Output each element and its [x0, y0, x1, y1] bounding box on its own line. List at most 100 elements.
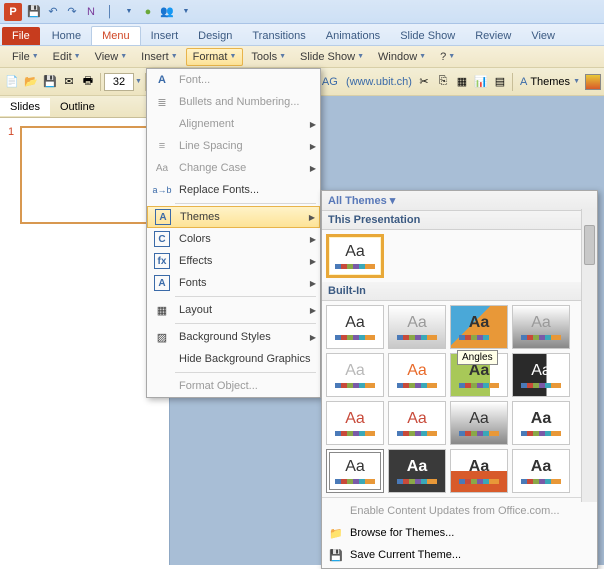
theme-thumb-15[interactable]: Aa	[512, 449, 570, 493]
menu-view[interactable]: View▼	[89, 49, 134, 65]
menuitem-label: Fonts	[179, 277, 207, 289]
menuitem-change-case: AaChange Case▶	[147, 157, 320, 179]
qat-dropdown-icon[interactable]: ▼	[121, 4, 137, 20]
tab-design[interactable]: Design	[188, 27, 242, 45]
tab-review[interactable]: Review	[465, 27, 521, 45]
theme-thumb-11[interactable]: Aa	[512, 401, 570, 445]
theme-thumb-12[interactable]: Aa	[326, 449, 384, 493]
tab-file[interactable]: File	[2, 27, 40, 45]
menu-format[interactable]: Format▼	[186, 48, 244, 66]
menuitem-effects[interactable]: fxEffects▶	[147, 250, 320, 272]
submenu-arrow-icon: ▶	[310, 164, 316, 173]
color-swatch-icon[interactable]	[585, 74, 601, 90]
save-icon2[interactable]: 💾	[41, 72, 59, 92]
flyout-scrollbar[interactable]	[581, 209, 597, 502]
tab-transitions[interactable]: Transitions	[242, 27, 315, 45]
mail-icon[interactable]: ✉	[60, 72, 78, 92]
cut-icon[interactable]: ✂	[415, 72, 433, 92]
fx-icon: fx	[151, 252, 173, 270]
print-icon[interactable]: 🖶	[79, 72, 97, 92]
menuitem-background-styles[interactable]: ▨Background Styles▶	[147, 326, 320, 348]
flyout-item-label: Enable Content Updates from Office.com..…	[350, 505, 560, 517]
menu-tools[interactable]: Tools▼	[245, 49, 292, 65]
tab-view[interactable]: View	[521, 27, 565, 45]
open-icon[interactable]: 📂	[22, 72, 40, 92]
redo-icon[interactable]: ↷	[64, 4, 80, 20]
menuitem-colors[interactable]: CColors▶	[147, 228, 320, 250]
flyout-all-themes[interactable]: All Themes ▾	[322, 191, 597, 211]
theme-current[interactable]: Aa	[326, 234, 384, 278]
menu-file[interactable]: File▼	[6, 49, 45, 65]
undo-icon[interactable]: ↶	[45, 4, 61, 20]
theme-thumb-4[interactable]: Aa	[326, 353, 384, 397]
menuitem-themes[interactable]: AThemes▶	[147, 206, 320, 228]
theme-thumb-5[interactable]: Aa	[388, 353, 446, 397]
theme-colorbar	[335, 264, 375, 269]
theme-thumb-3[interactable]: Aa	[512, 305, 570, 349]
flyout-grid: AaAaAaAnglesAaAaAaAaAaAaAaAaAaAaAaAaAa	[322, 301, 597, 497]
themes-icon: A	[520, 76, 527, 88]
lines-icon: ≡	[151, 137, 173, 155]
tab-animations[interactable]: Animations	[316, 27, 390, 45]
theme-thumb-9[interactable]: Aa	[388, 401, 446, 445]
onenote-icon[interactable]: N	[83, 4, 99, 20]
menu-[interactable]: ?▼	[434, 49, 461, 65]
people-icon[interactable]: 👥	[159, 4, 175, 20]
quick-access-toolbar: 💾 ↶ ↷ N │ ▼ ● 👥 ▼	[26, 4, 194, 20]
menuitem-label: Format Object...	[179, 380, 258, 392]
save-icon[interactable]: 💾	[26, 4, 42, 20]
qat-dropdown2-icon[interactable]: ▼	[178, 4, 194, 20]
tab-outline[interactable]: Outline	[50, 98, 105, 116]
scrollbar-thumb[interactable]	[584, 225, 595, 265]
theme-thumb-14[interactable]: Aa	[450, 449, 508, 493]
new-slide-icon[interactable]: 📄	[3, 72, 21, 92]
slide-thumbnail[interactable]: 1	[8, 126, 161, 224]
fontsize-input[interactable]: 32	[104, 73, 134, 91]
theme-aa-text: Aa	[469, 410, 489, 428]
blank-icon	[328, 503, 344, 519]
flyout-save-current-theme[interactable]: 💾Save Current Theme...	[322, 544, 597, 566]
theme-thumb-13[interactable]: Aa	[388, 449, 446, 493]
tab-home[interactable]: Home	[42, 27, 91, 45]
layout-icon[interactable]: ▦	[453, 72, 471, 92]
bg-icon: ▨	[151, 328, 173, 346]
theme-thumb-2[interactable]: AaAngles	[450, 305, 508, 349]
menuitem-label: Hide Background Graphics	[179, 353, 310, 365]
right-tools: ✂ ⎘ ▦ 📊 ▤ A Themes ▼	[415, 72, 601, 92]
menu-slideshow[interactable]: Slide Show▼	[294, 49, 370, 65]
tab-slideshow[interactable]: Slide Show	[390, 27, 465, 45]
theme-thumb-8[interactable]: Aa	[326, 401, 384, 445]
theme-aa-text: Aa	[407, 410, 427, 428]
theme-thumb-10[interactable]: Aa	[450, 401, 508, 445]
theme-thumb-0[interactable]: Aa	[326, 305, 384, 349]
menuitem-hide-background-graphics[interactable]: Hide Background Graphics	[147, 348, 320, 370]
menu-separator	[175, 203, 316, 204]
theme-thumb-7[interactable]: Aa	[512, 353, 570, 397]
menuitem-bullets-and-numbering: ≣Bullets and Numbering...	[147, 91, 320, 113]
theme-colorbar	[459, 383, 499, 388]
tab-slides[interactable]: Slides	[0, 98, 50, 116]
chart-icon[interactable]: 📊	[472, 72, 490, 92]
theme-aa: Aa	[345, 243, 365, 261]
menuitem-layout[interactable]: ▦Layout▶	[147, 299, 320, 321]
flyout-current-body: Aa	[322, 230, 597, 282]
fontsize-dd-icon[interactable]: ▼	[135, 78, 142, 85]
tab-insert[interactable]: Insert	[141, 27, 189, 45]
menu-window[interactable]: Window▼	[372, 49, 432, 65]
menuitem-line-spacing: ≡Line Spacing▶	[147, 135, 320, 157]
theme-aa-text: Aa	[345, 458, 365, 476]
flyout-browse-for-themes[interactable]: 📁Browse for Themes...	[322, 522, 597, 544]
menuitem-replace-fonts[interactable]: a→bReplace Fonts...	[147, 179, 320, 201]
table-icon[interactable]: ▤	[491, 72, 509, 92]
menu-edit[interactable]: Edit▼	[47, 49, 87, 65]
theme-aa-text: Aa	[407, 458, 427, 476]
menuitem-fonts[interactable]: AFonts▶	[147, 272, 320, 294]
menu-insert[interactable]: Insert▼	[135, 49, 183, 65]
theme-thumb-1[interactable]: Aa	[388, 305, 446, 349]
app-logo-icon: P	[4, 3, 22, 21]
themes-button[interactable]: A Themes ▼	[516, 75, 584, 89]
toolbar-sep	[100, 73, 101, 91]
copy-icon[interactable]: ⎘	[434, 72, 452, 92]
theme-aa-text: Aa	[345, 362, 365, 380]
tab-menu[interactable]: Menu	[91, 26, 141, 45]
